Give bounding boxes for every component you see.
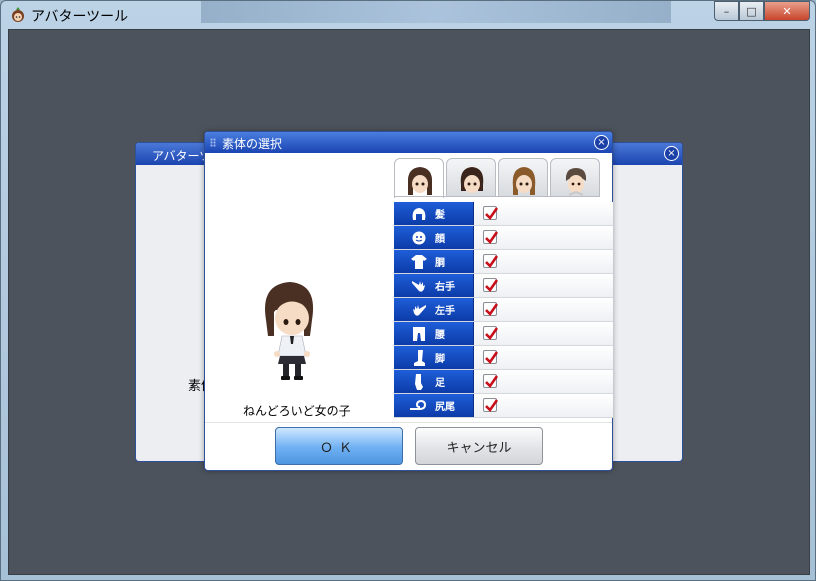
app-avatar-icon xyxy=(12,7,24,22)
part-checkbox[interactable] xyxy=(483,326,498,341)
checkmark-icon xyxy=(485,303,498,317)
part-checkbox[interactable] xyxy=(483,206,498,221)
boy-face-icon xyxy=(565,168,587,196)
part-label: 右手 xyxy=(394,274,474,297)
leg-icon xyxy=(414,349,425,366)
grip-icon xyxy=(210,138,216,147)
part-label: 胴 xyxy=(394,250,474,273)
part-row-tail: 尻尾 xyxy=(394,394,613,418)
dialog-title: 素体の選択 xyxy=(222,137,283,151)
part-checkbox[interactable] xyxy=(483,374,498,389)
part-label-text: 脚 xyxy=(435,354,445,365)
dialog-titlebar[interactable]: 素体の選択 × xyxy=(205,132,612,153)
part-label: 足 xyxy=(394,370,474,393)
dialog-footer xyxy=(205,422,612,470)
part-label-text: 足 xyxy=(435,378,445,389)
part-row-hair: 髪 xyxy=(394,202,613,226)
dialog-close-button[interactable]: × xyxy=(594,135,609,150)
checkmark-icon xyxy=(485,399,498,413)
left-hand-icon xyxy=(413,304,426,316)
window-titlebar[interactable]: アバターツール – □ ✕ xyxy=(1,1,815,29)
minimize-button[interactable]: – xyxy=(714,1,739,21)
tab-face-4[interactable] xyxy=(550,158,600,197)
right-hand-icon xyxy=(412,280,425,292)
tail-icon xyxy=(410,399,427,410)
part-row-face: 顔 xyxy=(394,226,613,250)
background-dialog-title: アバターツ xyxy=(152,149,212,163)
part-label: 尻尾 xyxy=(394,394,474,417)
part-label-text: 顔 xyxy=(435,234,445,245)
part-label-text: 髪 xyxy=(435,210,445,221)
avatar-name-label: ねんどろいど女の子 xyxy=(243,404,351,418)
part-label-text: 左手 xyxy=(435,306,455,317)
cancel-button[interactable]: キャンセル xyxy=(415,427,543,465)
checkmark-icon xyxy=(485,207,498,221)
tab-face-3[interactable] xyxy=(498,158,548,197)
hair-icon xyxy=(412,207,426,220)
shirt-icon xyxy=(411,254,427,269)
checkmark-icon xyxy=(485,375,498,389)
parts-list: 髪 顔 胴 右手 左手 腰 脚 足 尻尾 xyxy=(394,202,613,418)
part-checkbox[interactable] xyxy=(483,302,498,317)
ok-button[interactable]: ＯＫ xyxy=(275,427,403,465)
maximize-button[interactable]: □ xyxy=(739,1,764,21)
girl-face-icon xyxy=(460,167,484,193)
part-label-text: 右手 xyxy=(435,282,455,293)
part-label-text: 胴 xyxy=(435,258,445,269)
part-label: 腰 xyxy=(394,322,474,345)
checkmark-icon xyxy=(485,279,498,293)
tab-face-1[interactable] xyxy=(394,158,444,198)
part-checkbox[interactable] xyxy=(483,230,498,245)
body-select-dialog: 素体の選択 × 髪 顔 胴 右手 左手 腰 脚 足 尻尾 ねんどろいど女の子 Ｏ… xyxy=(204,131,613,471)
part-checkbox[interactable] xyxy=(483,278,498,293)
part-checkbox[interactable] xyxy=(483,398,498,413)
part-checkbox[interactable] xyxy=(483,350,498,365)
part-label: 顔 xyxy=(394,226,474,249)
part-row-right-hand: 右手 xyxy=(394,274,613,298)
background-dialog-close-button[interactable]: × xyxy=(664,146,679,161)
girl-face-icon xyxy=(407,167,433,195)
body-type-tabs xyxy=(394,158,600,198)
part-label: 髪 xyxy=(394,202,474,225)
tab-divider xyxy=(394,196,600,197)
part-row-torso: 胴 xyxy=(394,250,613,274)
part-label-text: 尻尾 xyxy=(435,402,455,413)
part-label: 左手 xyxy=(394,298,474,321)
girl-face-icon xyxy=(512,167,536,195)
window-controls: – □ ✕ xyxy=(714,1,810,21)
close-button[interactable]: ✕ xyxy=(764,1,810,21)
face-icon xyxy=(412,231,426,244)
window-title: アバターツール xyxy=(31,9,129,25)
waist-icon xyxy=(413,326,425,341)
part-row-left-hand: 左手 xyxy=(394,298,613,322)
checkmark-icon xyxy=(485,255,498,269)
part-row-waist: 腰 xyxy=(394,322,613,346)
main-window: アバターツール – □ ✕ アバターツ × 素体 素体の選択 × 髪 顔 胴 右… xyxy=(0,0,816,581)
checkmark-icon xyxy=(485,327,498,341)
part-checkbox[interactable] xyxy=(483,254,498,269)
part-label-text: 腰 xyxy=(435,330,445,341)
checkmark-icon xyxy=(485,351,498,365)
tab-face-2[interactable] xyxy=(446,158,496,197)
part-label: 脚 xyxy=(394,346,474,369)
avatar-preview-image xyxy=(265,282,314,380)
part-row-leg: 脚 xyxy=(394,346,613,370)
foot-icon xyxy=(415,373,423,390)
part-row-foot: 足 xyxy=(394,370,613,394)
checkmark-icon xyxy=(485,231,498,245)
